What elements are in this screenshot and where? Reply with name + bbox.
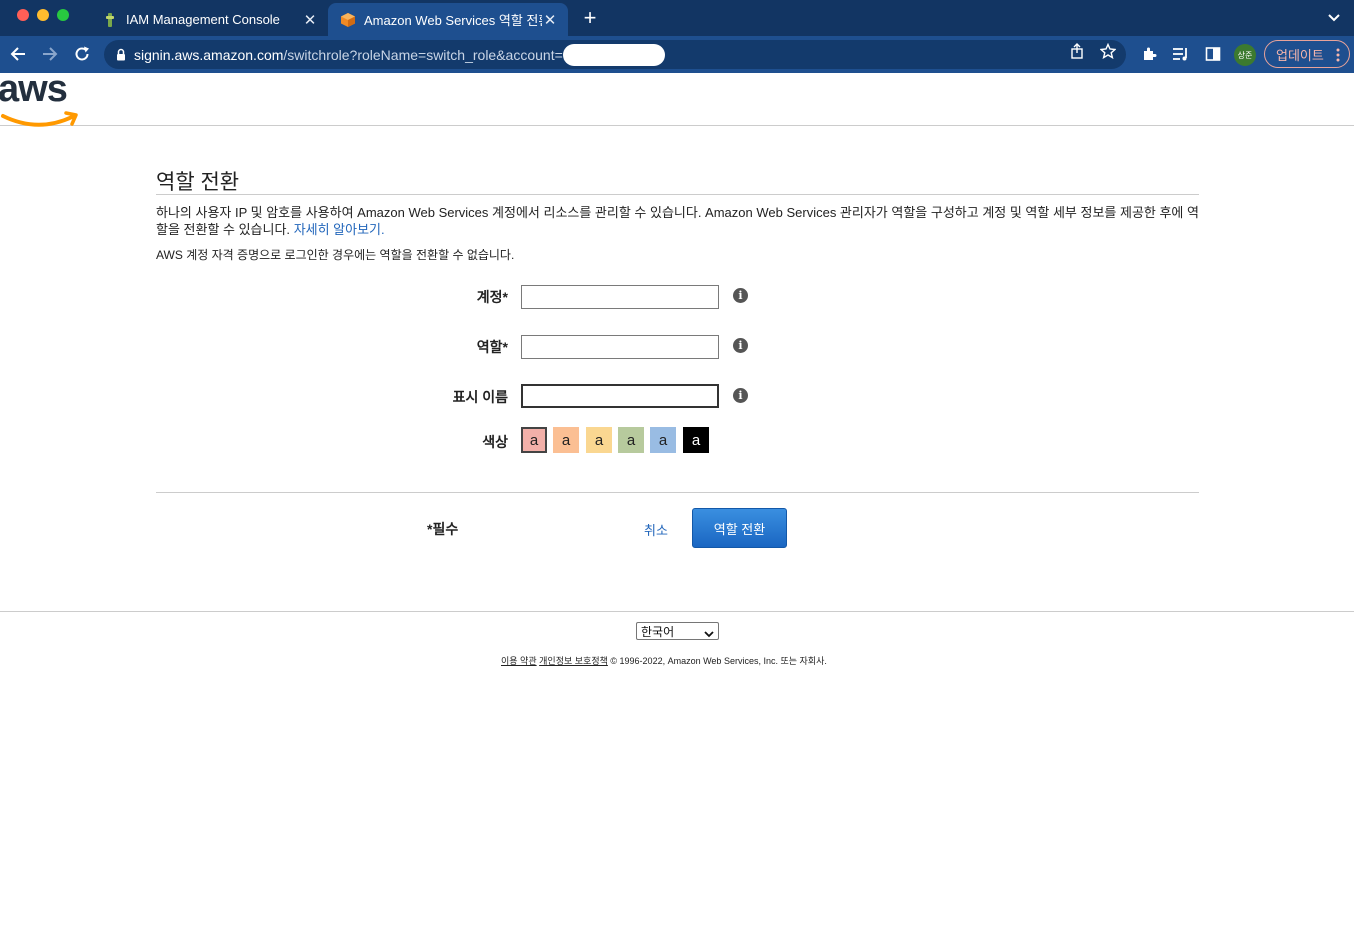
root-credentials-note: AWS 계정 자격 증명으로 로그인한 경우에는 역할을 전환할 수 없습니다. bbox=[156, 248, 515, 262]
redacted-account-id bbox=[562, 43, 665, 66]
required-note: *필수 bbox=[427, 521, 459, 537]
browser-toolbar: signin.aws.amazon.com/switchrole?roleNam… bbox=[0, 36, 1354, 73]
window-close-button[interactable] bbox=[17, 9, 29, 21]
color-label: 색상 bbox=[482, 434, 508, 450]
update-label: 업데이트 bbox=[1276, 47, 1324, 63]
url-path: /switchrole?roleName=switch_role&account… bbox=[283, 46, 563, 63]
account-input[interactable] bbox=[521, 285, 719, 309]
tab-title: IAM Management Console bbox=[126, 12, 280, 27]
cancel-link[interactable]: 취소 bbox=[644, 520, 668, 539]
color-swatch[interactable]: a bbox=[683, 427, 709, 453]
aws-header: aws bbox=[0, 68, 1354, 127]
display-name-info-icon[interactable]: i bbox=[733, 388, 748, 403]
display-name-label: 표시 이름 bbox=[452, 389, 508, 405]
role-input[interactable] bbox=[521, 335, 719, 359]
learn-more-link[interactable]: 자세히 알아보기. bbox=[294, 222, 385, 237]
privacy-link[interactable]: 개인정보 보호정책 bbox=[539, 656, 608, 666]
more-menu-icon[interactable] bbox=[1336, 47, 1340, 63]
color-swatch[interactable]: a bbox=[650, 427, 676, 453]
aws-logo[interactable]: aws bbox=[0, 68, 82, 132]
account-label: 계정* bbox=[476, 289, 508, 305]
page-title: 역할 전환 bbox=[156, 171, 240, 194]
color-swatch[interactable]: a bbox=[521, 427, 547, 453]
role-label: 역할* bbox=[476, 339, 508, 355]
reading-list-icon[interactable] bbox=[1171, 44, 1191, 64]
window-minimize-button[interactable] bbox=[37, 9, 49, 21]
side-panel-icon[interactable] bbox=[1203, 44, 1223, 64]
copyright-text: © 1996-2022, Amazon Web Services, Inc. 또… bbox=[610, 656, 827, 666]
form-divider bbox=[156, 492, 1199, 493]
display-name-input[interactable] bbox=[521, 384, 719, 408]
profile-avatar[interactable]: 상준 bbox=[1234, 44, 1256, 66]
forward-icon[interactable] bbox=[39, 43, 61, 65]
terms-link[interactable]: 이용 약관 bbox=[501, 656, 537, 666]
title-divider bbox=[156, 194, 1199, 195]
tab-search-chevron-icon[interactable] bbox=[1326, 9, 1342, 25]
svg-text:aws: aws bbox=[0, 73, 67, 110]
tab-title: Amazon Web Services 역할 전환 bbox=[364, 13, 542, 28]
color-swatch[interactable]: a bbox=[586, 427, 612, 453]
new-tab-button[interactable]: + bbox=[578, 5, 602, 31]
address-url: signin.aws.amazon.com/switchrole?roleNam… bbox=[134, 47, 563, 63]
browser-tab-bar: IAM Management Console ✕ Amazon Web Serv… bbox=[0, 0, 1354, 36]
tab-close-icon[interactable]: ✕ bbox=[302, 11, 318, 29]
browser-update-button[interactable]: 업데이트 bbox=[1264, 40, 1350, 68]
chevron-down-icon bbox=[704, 627, 714, 641]
account-info-icon[interactable]: i bbox=[733, 288, 748, 303]
tab-switch-role[interactable]: Amazon Web Services 역할 전환 ✕ bbox=[328, 3, 568, 36]
lock-icon[interactable] bbox=[116, 48, 126, 61]
tab-iam-console[interactable]: IAM Management Console ✕ bbox=[90, 3, 328, 36]
color-swatch[interactable]: a bbox=[553, 427, 579, 453]
color-swatch[interactable]: a bbox=[618, 427, 644, 453]
footer-divider bbox=[0, 611, 1354, 612]
iam-favicon-icon bbox=[102, 12, 118, 28]
switch-role-button[interactable]: 역할 전환 bbox=[692, 508, 787, 548]
reload-icon[interactable] bbox=[71, 43, 93, 65]
language-value: 한국어 bbox=[641, 624, 675, 639]
share-icon[interactable] bbox=[1068, 42, 1086, 60]
role-info-icon[interactable]: i bbox=[733, 338, 748, 353]
window-zoom-button[interactable] bbox=[57, 9, 69, 21]
footer-links: 이용 약관 개인정보 보호정책 © 1996-2022, Amazon Web … bbox=[501, 654, 827, 667]
extensions-icon[interactable] bbox=[1139, 44, 1159, 64]
tab-close-icon[interactable]: ✕ bbox=[542, 11, 558, 29]
url-host: signin.aws.amazon.com bbox=[134, 46, 284, 63]
language-select[interactable]: 한국어 bbox=[636, 622, 719, 640]
page-description: 하나의 사용자 IP 및 암호를 사용하여 Amazon Web Service… bbox=[156, 204, 1199, 238]
back-icon[interactable] bbox=[7, 43, 29, 65]
aws-cube-favicon-icon bbox=[340, 12, 356, 28]
star-icon[interactable] bbox=[1099, 42, 1117, 60]
address-bar[interactable]: signin.aws.amazon.com/switchrole?roleNam… bbox=[104, 40, 1126, 69]
